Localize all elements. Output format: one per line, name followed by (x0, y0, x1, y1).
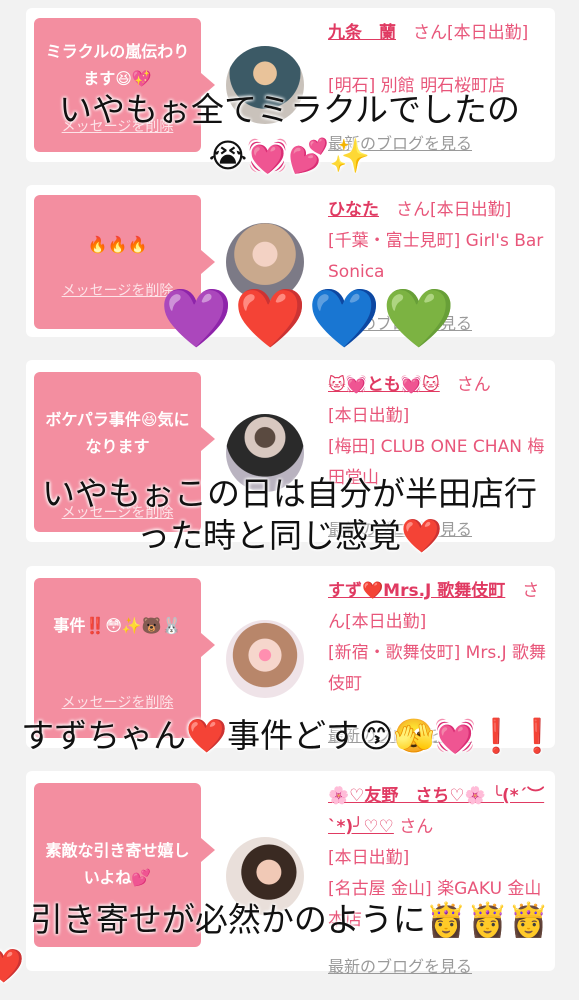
honorific: さん (456, 375, 491, 395)
cast-name-link[interactable]: 🐱💓とも💓🐱 (328, 375, 440, 395)
cast-name-link[interactable]: ひなた (328, 200, 379, 220)
status-text: [本日出勤] (447, 23, 529, 43)
overlay-caption-4: 引き寄せが必然かのように👸👸👸 (29, 900, 550, 939)
avatar[interactable] (226, 620, 304, 698)
overlay-caption-1: いやもぉ全てミラクルでしたの (58, 90, 520, 129)
status-text: [本日出勤] (345, 612, 427, 632)
cast-info: すず❤️Mrs.J 歌舞伎町 さん[本日出勤] [新宿・歌舞伎町] Mrs.J … (328, 576, 548, 745)
status-text: [本日出勤] (328, 406, 410, 426)
overlay-caption-1-emoji: 😭💓💕✨ (208, 136, 371, 175)
honorific: さん (413, 23, 447, 43)
blog-link[interactable]: 最新のブログを見る (328, 951, 472, 982)
overlay-caption-2: いやもぉこの日は自分が半田店行 (42, 474, 537, 513)
message-text: 事件‼️😳✨🐻🐰 (53, 616, 182, 635)
message-text: ボケパラ事件😆気になります (45, 410, 190, 456)
cast-name-link[interactable]: 九条 蘭 (328, 23, 396, 43)
cast-info: ひなた さん[本日出勤] [千葉・富士見町] Girl's Bar Sonica… (328, 195, 548, 333)
cast-name-link[interactable]: すず❤️Mrs.J 歌舞伎町 (328, 581, 505, 601)
overlay-caption-3: すずちゃん❤️事件どす😙🫣💓❗️❗️ (21, 716, 558, 755)
delete-message-link[interactable]: メッセージを削除 (34, 692, 201, 712)
status-text: [本日出勤] (328, 848, 410, 868)
status-text: [本日出勤] (430, 200, 512, 220)
overlay-caption-4-emoji: ❤️ (0, 946, 25, 985)
honorific: さん (399, 817, 434, 837)
shop-location: [新宿・歌舞伎町] Mrs.J 歌舞伎町 (328, 643, 547, 694)
hearts-sticker: 💜❤️💙💚 (160, 284, 457, 352)
cast-name-link[interactable]: 🌸♡友野 さち♡🌸 ╰(*´︶`*)╯♡♡ (328, 786, 544, 837)
shop-location: [千葉・富士見町] Girl's Bar Sonica (328, 231, 544, 282)
message-text: ミラクルの嵐伝わります😆💖 (45, 42, 190, 88)
honorific: さん (396, 200, 430, 220)
overlay-caption-2-cont: った時と同じ感覚❤️ (136, 516, 443, 555)
message-text: 🔥🔥🔥 (87, 235, 148, 254)
message-text: 素敵な引き寄せ嬉しいよね💕 (45, 841, 190, 887)
